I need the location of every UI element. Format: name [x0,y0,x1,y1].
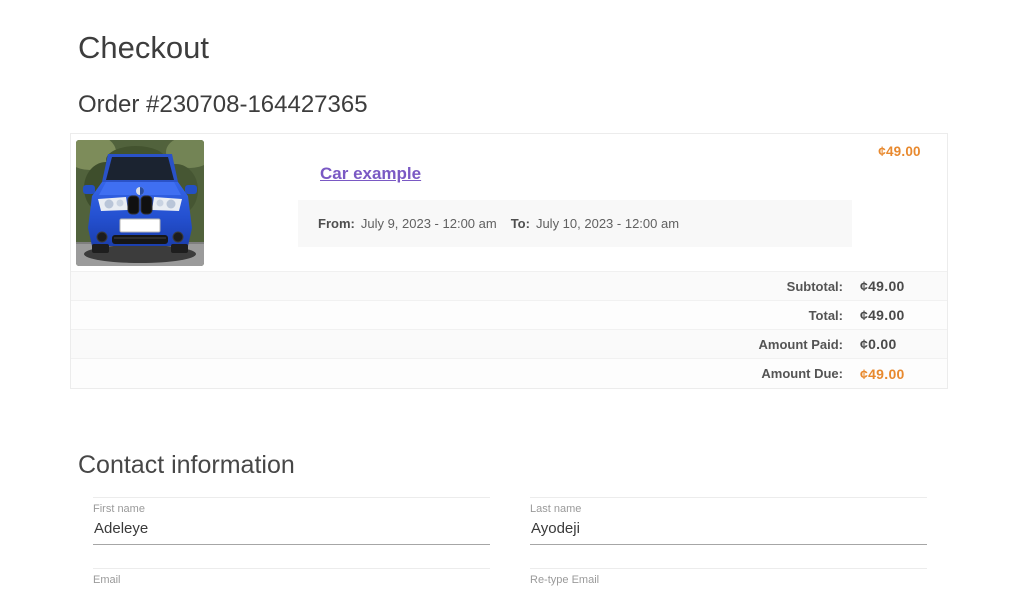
email-field: Email [93,568,490,593]
total-value: ¢49.00 [860,307,905,323]
checkout-page: Checkout Order #230708-164427365 Car exa… [0,30,1024,593]
subtotal-value: ¢49.00 [860,278,905,294]
contact-heading: Contact information [78,451,295,479]
product-image [76,140,204,266]
order-heading: Order #230708-164427365 [78,91,368,118]
first-name-input[interactable] [93,516,490,545]
to-value: July 10, 2023 - 12:00 am [535,216,680,231]
order-item-row: Car example From: July 9, 2023 - 12:00 a… [71,134,947,272]
summary-row-amount-paid: Amount Paid: ¢0.00 [71,330,947,359]
last-name-field: Last name [530,497,927,545]
product-link[interactable]: Car example [320,164,421,184]
first-name-field: First name [93,497,490,545]
retype-email-field: Re-type Email [530,568,927,593]
summary-row-subtotal: Subtotal: ¢49.00 [71,272,947,301]
retype-email-label: Re-type Email [530,574,600,586]
order-summary: Subtotal: ¢49.00 Total: ¢49.00 Amount Pa… [71,272,947,388]
email-label: Email [93,574,121,586]
product-image-cell [71,134,298,271]
retype-email-input[interactable] [530,587,927,593]
page-title: Checkout [78,30,209,65]
booking-dates: From: July 9, 2023 - 12:00 am To: July 1… [298,200,852,247]
total-label: Total: [808,307,843,323]
contact-form: First name Last name Email Re-type Email [93,497,948,593]
last-name-label: Last name [530,503,582,515]
from-label: From: [318,216,355,231]
amount-paid-value: ¢0.00 [860,336,897,352]
order-table: Car example From: July 9, 2023 - 12:00 a… [70,133,948,389]
amount-paid-label: Amount Paid: [758,336,844,352]
product-details-cell: Car example From: July 9, 2023 - 12:00 a… [298,134,852,271]
email-input[interactable] [93,587,490,593]
summary-row-amount-due: Amount Due: ¢49.00 [71,359,947,388]
item-price: ¢49.00 [878,144,921,159]
summary-row-total: Total: ¢49.00 [71,301,947,330]
amount-due-label: Amount Due: [761,366,843,381]
first-name-label: First name [93,503,145,515]
amount-due-value: ¢49.00 [860,365,905,382]
subtotal-label: Subtotal: [786,278,843,294]
last-name-input[interactable] [530,516,927,545]
to-label: To: [510,216,530,231]
from-value: July 9, 2023 - 12:00 am [360,216,497,231]
item-price-cell: ¢49.00 [852,134,947,271]
